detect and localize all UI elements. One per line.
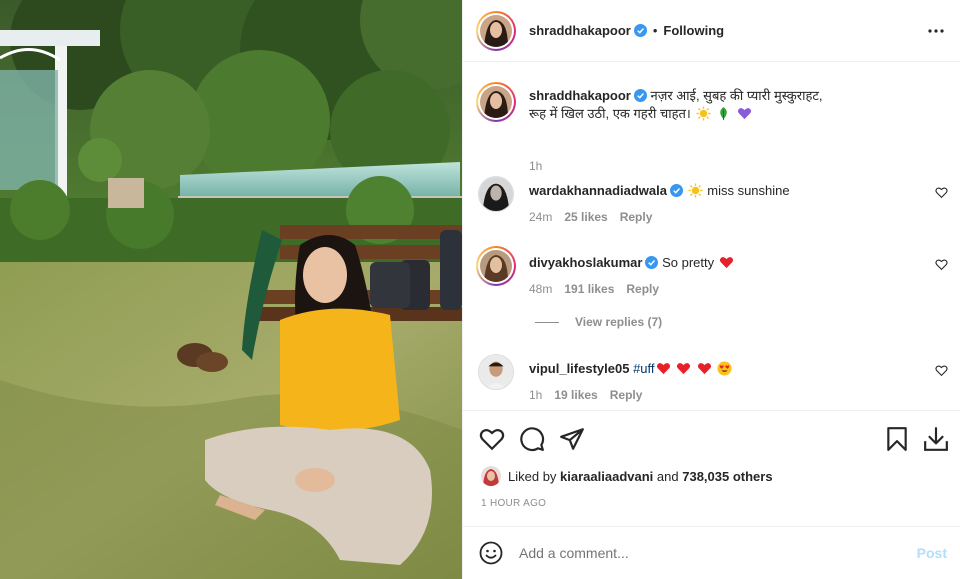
- separator-dot: •: [652, 23, 658, 38]
- caption-line-1: नज़र आई, सुबह की प्यारी मुस्कुराहट,: [650, 88, 823, 103]
- comment-body: So pretty: [662, 255, 715, 270]
- commenter-story-ring[interactable]: [476, 246, 516, 286]
- purple-heart-emoji-icon: [737, 108, 751, 120]
- caption-avatar: [480, 86, 512, 118]
- comment-text: vipul_lifestyle05 #uff: [529, 360, 929, 378]
- comment-time[interactable]: 24m: [529, 210, 552, 224]
- liked-by-and: and: [656, 468, 679, 484]
- comment-input[interactable]: [519, 545, 917, 561]
- leaf-emoji-icon: [720, 106, 727, 121]
- red-heart-emoji-icon: [656, 363, 670, 375]
- caption-text: shraddhakapoor नज़र आई, सुबह की प्यारी म…: [529, 87, 929, 123]
- comment-meta: 24m 25 likes Reply: [529, 210, 652, 224]
- comment-like-icon[interactable]: [935, 258, 948, 271]
- action-bar: [463, 410, 960, 464]
- liker-avatar[interactable]: [481, 466, 501, 486]
- sun-emoji-icon: [688, 183, 703, 198]
- comment: vipul_lifestyle05 #uff 1h 19 likes Reply: [476, 352, 948, 410]
- caption-story-ring[interactable]: [476, 82, 516, 122]
- comments-list[interactable]: shraddhakapoor नज़र आई, सुबह की प्यारी म…: [463, 62, 960, 410]
- reply-button[interactable]: Reply: [620, 210, 653, 224]
- post-header: shraddhakapoor • Following: [463, 0, 960, 62]
- caption-time[interactable]: 1h: [529, 159, 542, 173]
- view-replies-label: View replies (7): [575, 315, 663, 329]
- comment: wardakhannadiadwala miss sunshine 24m 25…: [476, 174, 948, 234]
- verified-icon: [633, 24, 647, 37]
- caption: shraddhakapoor नज़र आई, सुबह की प्यारी म…: [476, 82, 948, 173]
- red-heart-emoji-icon: [719, 257, 733, 269]
- add-comment-bar: Post: [463, 526, 960, 579]
- reply-button[interactable]: Reply: [610, 388, 643, 402]
- red-heart-emoji-icon: [697, 363, 711, 375]
- comment-username[interactable]: vipul_lifestyle05: [529, 361, 629, 376]
- comment-time[interactable]: 1h: [529, 388, 542, 402]
- heart-eyes-emoji-icon: [717, 361, 732, 376]
- comment-username[interactable]: wardakhannadiadwala: [529, 183, 667, 198]
- author-avatar: [480, 14, 512, 47]
- save-icon[interactable]: [884, 426, 910, 452]
- comment-username[interactable]: divyakhoslakumar: [529, 255, 642, 270]
- caption-username[interactable]: shraddhakapoor: [529, 88, 631, 103]
- post-comment-button[interactable]: Post: [917, 545, 947, 561]
- comment-meta: 48m 191 likes Reply: [529, 282, 659, 296]
- verified-icon: [645, 256, 659, 269]
- verified-icon: [633, 89, 647, 102]
- post-photo[interactable]: [0, 0, 462, 579]
- likes-count[interactable]: 738,035 others: [682, 469, 772, 484]
- following-button[interactable]: Following: [663, 23, 724, 38]
- emoji-icon[interactable]: [479, 541, 503, 565]
- post-panel: shraddhakapoor • Following shraddhakapoo…: [462, 0, 960, 579]
- comment-text: wardakhannadiadwala miss sunshine: [529, 182, 929, 200]
- commenter-avatar[interactable]: [478, 354, 514, 390]
- comment-like-icon[interactable]: [935, 364, 948, 377]
- commenter-avatar[interactable]: [478, 176, 514, 212]
- like-icon[interactable]: [479, 426, 505, 452]
- reply-button[interactable]: Reply: [626, 282, 659, 296]
- caption-line-2: रूह में खिल उठी, एक गहरी चाहत।: [529, 106, 691, 121]
- comment-meta: 1h 19 likes Reply: [529, 388, 642, 402]
- more-options-icon[interactable]: [927, 22, 945, 40]
- comment-likes[interactable]: 19 likes: [554, 388, 597, 402]
- verified-icon: [670, 184, 683, 197]
- comment-likes[interactable]: 25 likes: [564, 210, 607, 224]
- red-heart-emoji-icon: [677, 363, 691, 375]
- comment-like-icon[interactable]: [935, 186, 948, 199]
- liked-by-prefix: Liked by: [508, 468, 557, 484]
- commenter-avatar: [480, 250, 512, 282]
- post-timestamp[interactable]: 1 HOUR AGO: [481, 498, 546, 509]
- comment: divyakhoslakumar So pretty 48m 191 likes…: [476, 246, 948, 306]
- replies-divider: [535, 321, 559, 323]
- comment-likes[interactable]: 191 likes: [564, 282, 614, 296]
- photo-scene: [0, 0, 462, 579]
- download-icon[interactable]: [923, 426, 949, 452]
- likes-summary: Liked by kiaraaliaadvani and 738,035 oth…: [481, 466, 773, 486]
- comment-icon[interactable]: [519, 426, 545, 452]
- comment-body: miss sunshine: [707, 183, 790, 198]
- author-username[interactable]: shraddhakapoor: [529, 23, 631, 38]
- comment-time[interactable]: 48m: [529, 282, 552, 296]
- liker-username[interactable]: kiaraaliaadvani: [560, 469, 653, 484]
- sun-emoji-icon: [695, 106, 711, 121]
- share-icon[interactable]: [559, 426, 585, 452]
- comment-text: divyakhoslakumar So pretty: [529, 254, 929, 272]
- view-replies-button[interactable]: View replies (7): [535, 315, 662, 329]
- story-ring[interactable]: [476, 10, 516, 51]
- caption-meta: 1h: [529, 159, 542, 173]
- hashtag-link[interactable]: #uff: [633, 361, 654, 376]
